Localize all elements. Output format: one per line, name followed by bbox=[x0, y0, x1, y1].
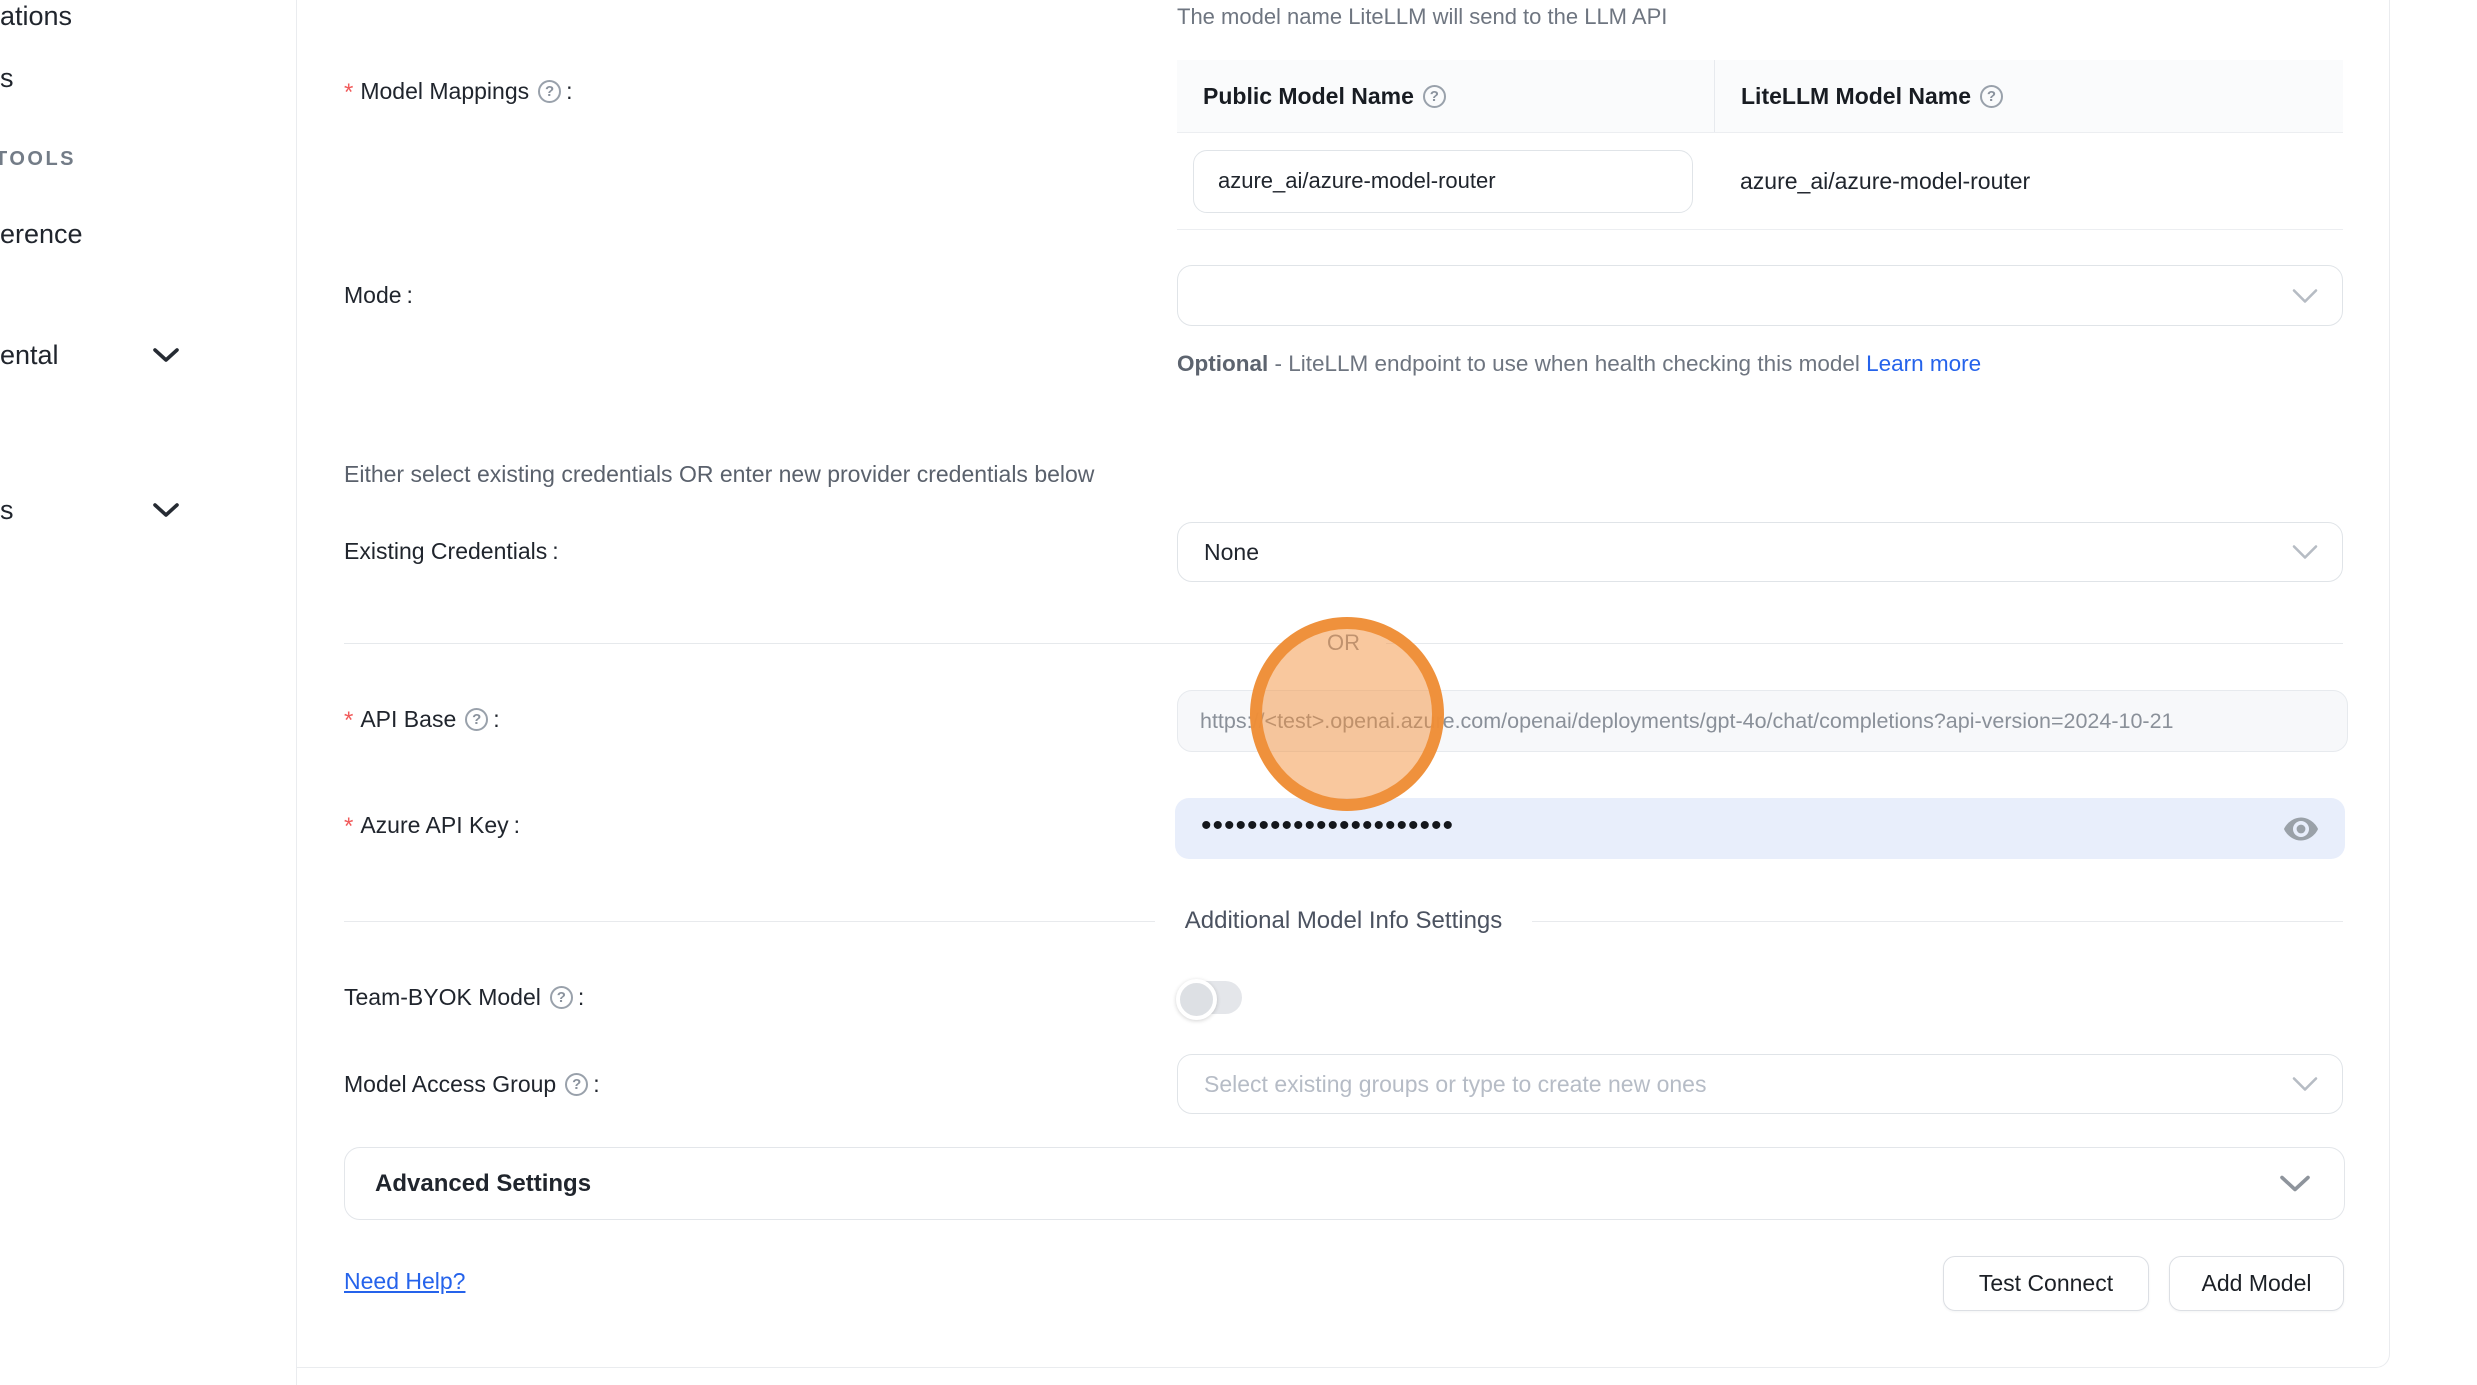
required-asterisk: * bbox=[344, 707, 353, 735]
sidebar-item-label: erence bbox=[0, 219, 83, 250]
litellm-model-name-cell: azure_ai/azure-model-router bbox=[1714, 168, 2343, 195]
mode-select[interactable] bbox=[1177, 265, 2343, 326]
help-text: - LiteLLM endpoint to use when health ch… bbox=[1268, 351, 1866, 376]
sidebar-section-tools: TOOLS bbox=[0, 148, 76, 171]
eye-icon[interactable] bbox=[2283, 815, 2319, 842]
column-header-label: LiteLLM Model Name bbox=[1741, 83, 1971, 110]
model-name-helper-text: The model name LiteLLM will send to the … bbox=[1177, 4, 1667, 30]
advanced-settings-panel[interactable]: Advanced Settings bbox=[344, 1147, 2345, 1220]
azure-api-key-label: * Azure API Key : bbox=[344, 808, 520, 842]
public-model-name-cell bbox=[1177, 150, 1714, 213]
chevron-down-icon[interactable] bbox=[152, 502, 180, 519]
question-glyph: ? bbox=[572, 1076, 581, 1093]
select-arrow-icon bbox=[2290, 543, 2320, 562]
chevron-down-icon bbox=[2278, 1173, 2312, 1194]
required-asterisk: * bbox=[344, 813, 353, 841]
divider-line bbox=[1386, 643, 2343, 644]
divider-line bbox=[344, 643, 1301, 644]
label-text: Azure API Key bbox=[360, 812, 508, 839]
label-colon: : bbox=[566, 78, 572, 105]
sidebar-item-truncated-4[interactable]: ental bbox=[0, 338, 59, 372]
sidebar-item-truncated-3[interactable]: erence bbox=[0, 217, 83, 251]
required-asterisk: * bbox=[344, 79, 353, 107]
label-colon: : bbox=[407, 282, 413, 309]
label-colon: : bbox=[593, 1071, 599, 1098]
click-indicator-circle bbox=[1250, 617, 1444, 811]
sidebar-item-label: s bbox=[0, 63, 14, 94]
label-text: API Base bbox=[360, 706, 456, 733]
question-glyph: ? bbox=[1430, 88, 1439, 105]
help-question-icon[interactable]: ? bbox=[1423, 85, 1446, 108]
table-row: azure_ai/azure-model-router bbox=[1177, 133, 2343, 230]
model-access-group-placeholder: Select existing groups or type to create… bbox=[1178, 1071, 1706, 1098]
litellm-model-name-value: azure_ai/azure-model-router bbox=[1740, 168, 2030, 194]
divider-line bbox=[1532, 921, 2343, 922]
sidebar-item-truncated-1[interactable]: ations bbox=[0, 0, 72, 32]
credentials-note: Either select existing credentials OR en… bbox=[344, 461, 1094, 488]
mode-label: Mode : bbox=[344, 278, 413, 312]
help-question-icon[interactable]: ? bbox=[538, 80, 561, 103]
column-header-public-model-name: Public Model Name ? bbox=[1177, 83, 1714, 110]
sidebar: ations s TOOLS erence ental s bbox=[0, 0, 297, 1385]
question-glyph: ? bbox=[545, 83, 554, 100]
public-model-name-input[interactable] bbox=[1193, 150, 1693, 213]
additional-settings-divider-text: Additional Model Info Settings bbox=[1155, 907, 1533, 935]
need-help-link[interactable]: Need Help? bbox=[344, 1268, 465, 1295]
label-colon: : bbox=[493, 706, 499, 733]
sidebar-item-label: ental bbox=[0, 340, 59, 371]
column-header-litellm-model-name: LiteLLM Model Name ? bbox=[1714, 60, 2343, 132]
model-access-group-label: Model Access Group ? : bbox=[344, 1067, 600, 1101]
help-question-icon[interactable]: ? bbox=[550, 986, 573, 1009]
toggle-knob bbox=[1176, 979, 1217, 1020]
table-header-row: Public Model Name ? LiteLLM Model Name ? bbox=[1177, 60, 2343, 133]
masked-password-dots: •••••••••••••••••••••• bbox=[1175, 811, 1454, 841]
team-byok-label: Team-BYOK Model ? : bbox=[344, 980, 584, 1014]
add-model-page: ations s TOOLS erence ental s The model … bbox=[0, 0, 2477, 1385]
optional-bold: Optional bbox=[1177, 351, 1268, 376]
sidebar-item-truncated-5[interactable]: s bbox=[0, 493, 14, 527]
label-text: Existing Credentials bbox=[344, 538, 547, 565]
help-question-icon[interactable]: ? bbox=[1980, 85, 2003, 108]
question-glyph: ? bbox=[557, 989, 566, 1006]
select-arrow-icon bbox=[2290, 286, 2320, 305]
help-question-icon[interactable]: ? bbox=[465, 708, 488, 731]
question-glyph: ? bbox=[1987, 88, 1996, 105]
question-glyph: ? bbox=[472, 711, 481, 728]
existing-credentials-label: Existing Credentials : bbox=[344, 534, 559, 568]
sidebar-item-label: s bbox=[0, 495, 14, 526]
label-text: Team-BYOK Model bbox=[344, 984, 541, 1011]
model-access-group-select[interactable]: Select existing groups or type to create… bbox=[1177, 1054, 2343, 1114]
learn-more-link[interactable]: Learn more bbox=[1866, 351, 1981, 376]
advanced-settings-label: Advanced Settings bbox=[345, 1170, 591, 1198]
sidebar-item-label: ations bbox=[0, 1, 72, 32]
add-model-button[interactable]: Add Model bbox=[2169, 1256, 2344, 1311]
label-text: Model Access Group bbox=[344, 1071, 556, 1098]
label-text: Mode bbox=[344, 282, 402, 309]
chevron-down-icon[interactable] bbox=[152, 347, 180, 364]
test-connect-button[interactable]: Test Connect bbox=[1943, 1256, 2149, 1311]
existing-credentials-value: None bbox=[1178, 539, 1259, 566]
divider-line bbox=[344, 921, 1155, 922]
api-base-label: * API Base ? : bbox=[344, 702, 500, 736]
label-colon: : bbox=[578, 984, 584, 1011]
sidebar-item-truncated-2[interactable]: s bbox=[0, 62, 14, 94]
label-text: Model Mappings bbox=[360, 78, 529, 105]
label-colon: : bbox=[514, 812, 520, 839]
existing-credentials-select[interactable]: None bbox=[1177, 522, 2343, 582]
sidebar-section-label: TOOLS bbox=[0, 148, 76, 170]
mode-help-text: Optional - LiteLLM endpoint to use when … bbox=[1177, 344, 1987, 384]
select-arrow-icon bbox=[2290, 1075, 2320, 1094]
team-byok-toggle[interactable] bbox=[1178, 981, 1242, 1014]
model-mappings-table: Public Model Name ? LiteLLM Model Name ?… bbox=[1177, 60, 2343, 230]
help-question-icon[interactable]: ? bbox=[565, 1073, 588, 1096]
column-header-label: Public Model Name bbox=[1203, 83, 1414, 110]
additional-settings-divider: Additional Model Info Settings bbox=[344, 897, 2343, 945]
model-mappings-label: * Model Mappings ? : bbox=[344, 74, 573, 108]
label-colon: : bbox=[552, 538, 558, 565]
